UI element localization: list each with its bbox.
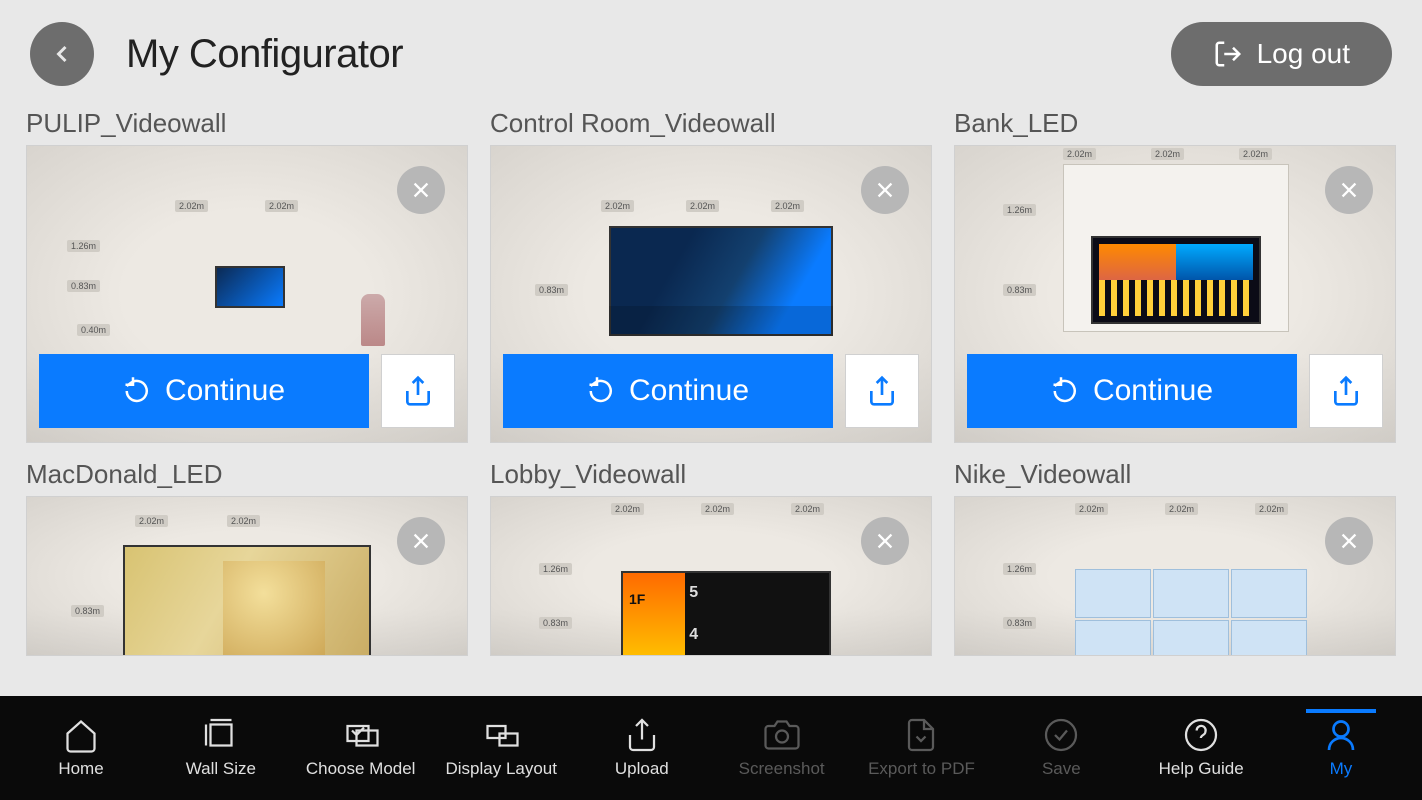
continue-label: Continue bbox=[629, 374, 749, 408]
model-icon bbox=[343, 717, 379, 753]
nav-export-pdf: Export to PDF bbox=[866, 717, 976, 779]
project-card: 2.02m 2.02m 2.02m 0.83m Continue bbox=[490, 145, 932, 443]
delete-project-button[interactable] bbox=[1325, 166, 1373, 214]
chevron-left-icon bbox=[48, 40, 76, 68]
logout-label: Log out bbox=[1257, 38, 1350, 70]
nav-save: Save bbox=[1006, 717, 1116, 779]
project: Lobby_Videowall 2.02m 2.02m 2.02m 1.26m … bbox=[490, 459, 932, 656]
nav-screenshot: Screenshot bbox=[727, 717, 837, 779]
upload-icon bbox=[624, 717, 660, 753]
card-actions: Continue bbox=[491, 344, 931, 442]
project-title: Nike_Videowall bbox=[954, 459, 1396, 490]
wallsize-icon bbox=[203, 717, 239, 753]
pdf-icon bbox=[903, 717, 939, 753]
share-icon bbox=[402, 375, 434, 407]
project-card: 2.02m 2.02m 0.83m bbox=[26, 496, 468, 656]
projects-grid: PULIP_Videowall 2.02m 2.02m 1.26m 0.83m … bbox=[0, 96, 1422, 656]
nav-label: Export to PDF bbox=[868, 759, 975, 779]
continue-button[interactable]: Continue bbox=[503, 354, 833, 428]
continue-button[interactable]: Continue bbox=[39, 354, 369, 428]
project-title: PULIP_Videowall bbox=[26, 108, 468, 139]
project-title: Bank_LED bbox=[954, 108, 1396, 139]
back-button[interactable] bbox=[30, 22, 94, 86]
project-title: Lobby_Videowall bbox=[490, 459, 932, 490]
continue-label: Continue bbox=[1093, 374, 1213, 408]
nav-label: Display Layout bbox=[445, 759, 557, 779]
share-button[interactable] bbox=[845, 354, 919, 428]
project-preview[interactable]: 2.02m 2.02m 2.02m 1.26m 0.83m 1F 5 4 bbox=[491, 497, 931, 655]
project-card: 2.02m 2.02m 2.02m 1.26m 0.83m bbox=[954, 496, 1396, 656]
nav-choose-model[interactable]: Choose Model bbox=[306, 717, 416, 779]
redo-icon bbox=[123, 376, 153, 406]
continue-button[interactable]: Continue bbox=[967, 354, 1297, 428]
logout-icon bbox=[1213, 39, 1243, 69]
nav-home[interactable]: Home bbox=[26, 717, 136, 779]
close-icon bbox=[874, 179, 896, 201]
redo-icon bbox=[587, 376, 617, 406]
delete-project-button[interactable] bbox=[1325, 517, 1373, 565]
nav-label: Wall Size bbox=[186, 759, 256, 779]
nav-label: My bbox=[1330, 759, 1353, 779]
nav-label: Save bbox=[1042, 759, 1081, 779]
close-icon bbox=[1338, 179, 1360, 201]
share-button[interactable] bbox=[381, 354, 455, 428]
bottom-nav: Home Wall Size Choose Model Display Layo… bbox=[0, 696, 1422, 800]
camera-icon bbox=[764, 717, 800, 753]
project-title: MacDonald_LED bbox=[26, 459, 468, 490]
delete-project-button[interactable] bbox=[861, 166, 909, 214]
project-card: 2.02m 2.02m 2.02m 1.26m 0.83m bbox=[954, 145, 1396, 443]
project: Control Room_Videowall 2.02m 2.02m 2.02m… bbox=[490, 108, 932, 443]
header: My Configurator Log out bbox=[0, 0, 1422, 96]
delete-project-button[interactable] bbox=[397, 166, 445, 214]
close-icon bbox=[410, 179, 432, 201]
project-preview[interactable]: 2.02m 2.02m 0.83m bbox=[27, 497, 467, 655]
project: Bank_LED 2.02m 2.02m 2.02m 1.26m 0.83m bbox=[954, 108, 1396, 443]
close-icon bbox=[1338, 530, 1360, 552]
project: PULIP_Videowall 2.02m 2.02m 1.26m 0.83m … bbox=[26, 108, 468, 443]
share-icon bbox=[1330, 375, 1362, 407]
nav-help-guide[interactable]: Help Guide bbox=[1146, 717, 1256, 779]
home-icon bbox=[63, 717, 99, 753]
delete-project-button[interactable] bbox=[397, 517, 445, 565]
project-card: 2.02m 2.02m 2.02m 1.26m 0.83m 1F 5 4 bbox=[490, 496, 932, 656]
delete-project-button[interactable] bbox=[861, 517, 909, 565]
project-card: 2.02m 2.02m 1.26m 0.83m 0.40m Continue bbox=[26, 145, 468, 443]
redo-icon bbox=[1051, 376, 1081, 406]
nav-wall-size[interactable]: Wall Size bbox=[166, 717, 276, 779]
nav-label: Choose Model bbox=[306, 759, 416, 779]
continue-label: Continue bbox=[165, 374, 285, 408]
nav-label: Screenshot bbox=[739, 759, 825, 779]
nav-upload[interactable]: Upload bbox=[587, 717, 697, 779]
project: Nike_Videowall 2.02m 2.02m 2.02m 1.26m 0… bbox=[954, 459, 1396, 656]
user-icon bbox=[1323, 717, 1359, 753]
nav-display-layout[interactable]: Display Layout bbox=[445, 717, 557, 779]
nav-my[interactable]: My bbox=[1286, 717, 1396, 779]
nav-label: Home bbox=[58, 759, 103, 779]
card-actions: Continue bbox=[955, 344, 1395, 442]
share-icon bbox=[866, 375, 898, 407]
card-actions: Continue bbox=[27, 344, 467, 442]
save-icon bbox=[1043, 717, 1079, 753]
project-title: Control Room_Videowall bbox=[490, 108, 932, 139]
nav-label: Help Guide bbox=[1159, 759, 1244, 779]
page-title: My Configurator bbox=[126, 32, 403, 77]
close-icon bbox=[410, 530, 432, 552]
share-button[interactable] bbox=[1309, 354, 1383, 428]
layout-icon bbox=[483, 717, 519, 753]
logout-button[interactable]: Log out bbox=[1171, 22, 1392, 86]
project-preview[interactable]: 2.02m 2.02m 2.02m 1.26m 0.83m bbox=[955, 497, 1395, 655]
nav-label: Upload bbox=[615, 759, 669, 779]
project: MacDonald_LED 2.02m 2.02m 0.83m bbox=[26, 459, 468, 656]
close-icon bbox=[874, 530, 896, 552]
help-icon bbox=[1183, 717, 1219, 753]
